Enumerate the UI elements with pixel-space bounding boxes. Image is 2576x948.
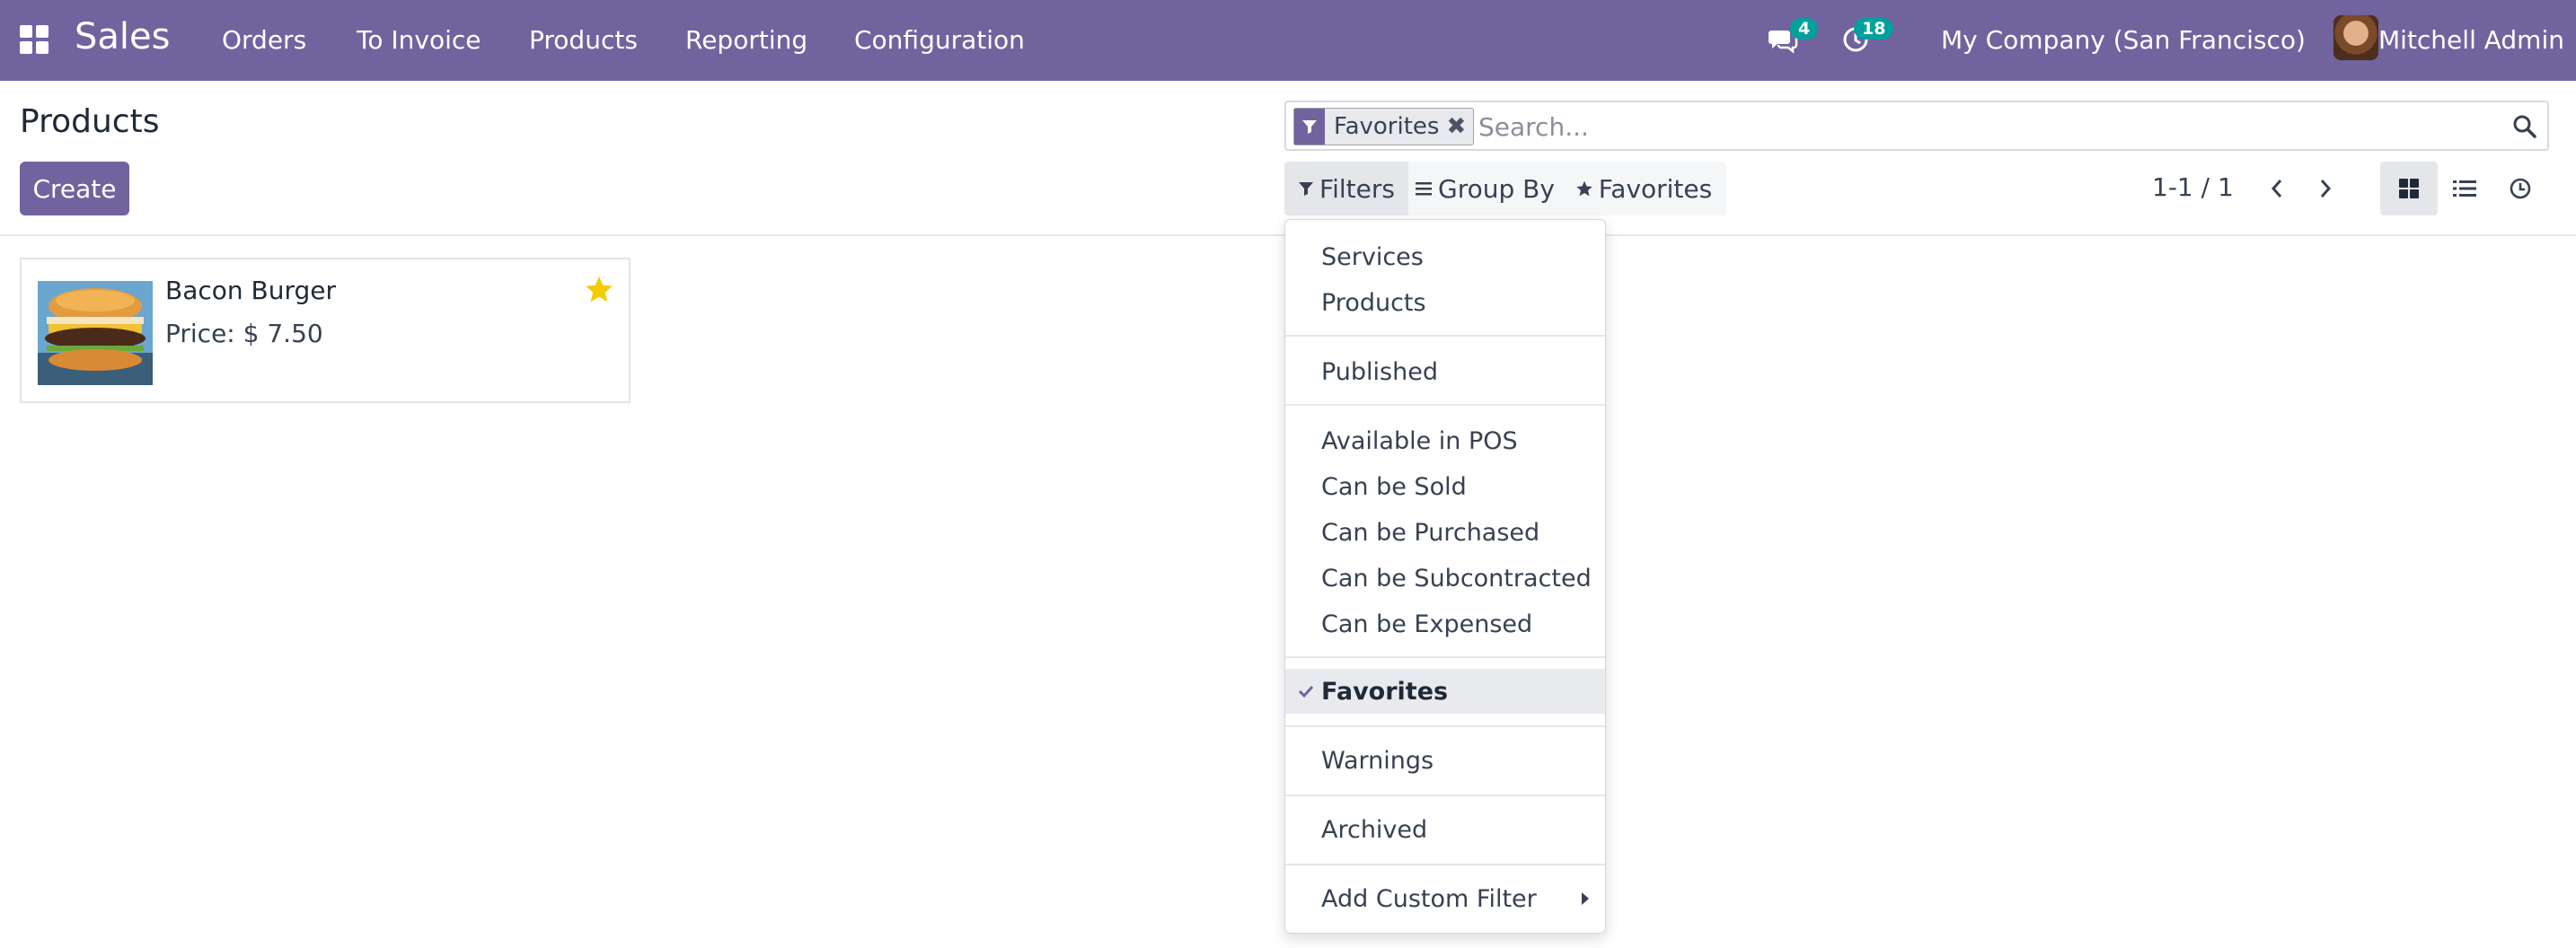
filter-item-label: Can be Purchased <box>1321 519 1540 547</box>
filter-icon <box>1299 182 1314 196</box>
filter-item-favorites[interactable]: Favorites <box>1285 669 1605 714</box>
filters-button[interactable]: Filters <box>1284 162 1408 215</box>
messages-count-badge: 4 <box>1790 18 1819 40</box>
product-image <box>38 281 153 385</box>
favorites-label: Favorites <box>1598 173 1713 204</box>
dropdown-divider <box>1285 404 1605 406</box>
search-input[interactable] <box>1477 110 2510 144</box>
kanban-view-button[interactable] <box>2380 162 2438 215</box>
dropdown-divider <box>1285 794 1605 796</box>
user-menu[interactable]: Mitchell Admin <box>2378 25 2564 55</box>
add-custom-filter[interactable]: Add Custom Filter <box>1285 876 1605 921</box>
chevron-left-icon[interactable] <box>2263 172 2290 205</box>
filter-item-label: Archived <box>1321 816 1428 844</box>
pager-value[interactable]: 1-1 / 1 <box>2152 172 2234 202</box>
add-custom-filter-label: Add Custom Filter <box>1321 885 1537 913</box>
search-facet: Favorites ✖ <box>1293 108 1475 145</box>
filter-item-label: Published <box>1321 358 1438 386</box>
filters-dropdown: Services Products Published Available in… <box>1284 219 1606 934</box>
filter-item-can-be-expensed[interactable]: Can be Expensed <box>1285 601 1605 646</box>
group-by-label: Group By <box>1438 173 1555 204</box>
filters-label: Filters <box>1319 173 1395 204</box>
filter-item-label: Can be Subcontracted <box>1321 565 1592 592</box>
product-card[interactable]: Bacon Burger Price: $ 7.50 <box>20 258 631 403</box>
check-icon <box>1298 685 1314 698</box>
group-by-button[interactable]: Group By <box>1408 162 1561 215</box>
product-name: Bacon Burger <box>165 276 337 305</box>
chevron-right-icon[interactable] <box>2312 172 2339 205</box>
favorites-button[interactable]: Favorites <box>1561 162 1726 215</box>
favorite-star-icon[interactable] <box>584 274 614 304</box>
filter-item-published[interactable]: Published <box>1285 349 1605 394</box>
remove-facet-icon[interactable]: ✖ <box>1446 109 1473 145</box>
kanban-grid-icon <box>2399 179 2419 198</box>
list-view-button[interactable] <box>2436 162 2493 215</box>
dropdown-divider <box>1285 335 1605 337</box>
activities-count-badge: 18 <box>1854 18 1894 40</box>
user-avatar[interactable] <box>2333 15 2378 60</box>
list-icon <box>2453 180 2476 197</box>
star-icon <box>1576 180 1592 197</box>
filter-item-products[interactable]: Products <box>1285 280 1605 325</box>
menu-orders[interactable]: Orders <box>222 25 306 55</box>
filter-item-label: Warnings <box>1321 747 1434 775</box>
search-bar[interactable]: Favorites ✖ <box>1284 101 2549 151</box>
facet-label: Favorites <box>1334 113 1440 140</box>
filter-item-services[interactable]: Services <box>1285 234 1605 279</box>
filter-item-label: Services <box>1321 243 1424 271</box>
company-switcher[interactable]: My Company (San Francisco) <box>1941 25 2306 55</box>
app-name[interactable]: Sales <box>75 16 170 57</box>
page-title: Products <box>20 103 160 140</box>
filter-item-label: Can be Sold <box>1321 473 1467 501</box>
menu-reporting[interactable]: Reporting <box>685 25 807 55</box>
apps-menu-icon[interactable] <box>20 25 49 54</box>
filter-item-label: Available in POS <box>1321 427 1518 455</box>
filter-item-label: Products <box>1321 289 1426 317</box>
menu-products[interactable]: Products <box>529 25 638 55</box>
create-button[interactable]: Create <box>20 162 129 215</box>
dropdown-divider <box>1285 864 1605 865</box>
dropdown-divider <box>1285 656 1605 658</box>
top-navbar: Sales Orders To Invoice Products Reporti… <box>0 0 2576 81</box>
menu-to-invoice[interactable]: To Invoice <box>357 25 481 55</box>
filter-item-label: Can be Expensed <box>1321 610 1533 638</box>
caret-right-icon <box>1582 892 1589 905</box>
dropdown-divider <box>1285 725 1605 727</box>
filter-item-can-be-purchased[interactable]: Can be Purchased <box>1285 510 1605 555</box>
filter-icon <box>1294 109 1325 145</box>
search-icon[interactable] <box>2511 113 2538 140</box>
filter-item-available-in-pos[interactable]: Available in POS <box>1285 418 1605 463</box>
filter-item-can-be-subcontracted[interactable]: Can be Subcontracted <box>1285 556 1605 601</box>
filter-item-archived[interactable]: Archived <box>1285 807 1605 852</box>
menu-configuration[interactable]: Configuration <box>854 25 1025 55</box>
filter-item-warnings[interactable]: Warnings <box>1285 738 1605 783</box>
list-bars-icon <box>1416 182 1433 196</box>
product-price: Price: $ 7.50 <box>165 319 323 348</box>
activity-view-button[interactable] <box>2492 162 2549 215</box>
clock-icon <box>2510 178 2531 199</box>
filter-item-label: Favorites <box>1321 678 1449 706</box>
filter-item-can-be-sold[interactable]: Can be Sold <box>1285 464 1605 509</box>
